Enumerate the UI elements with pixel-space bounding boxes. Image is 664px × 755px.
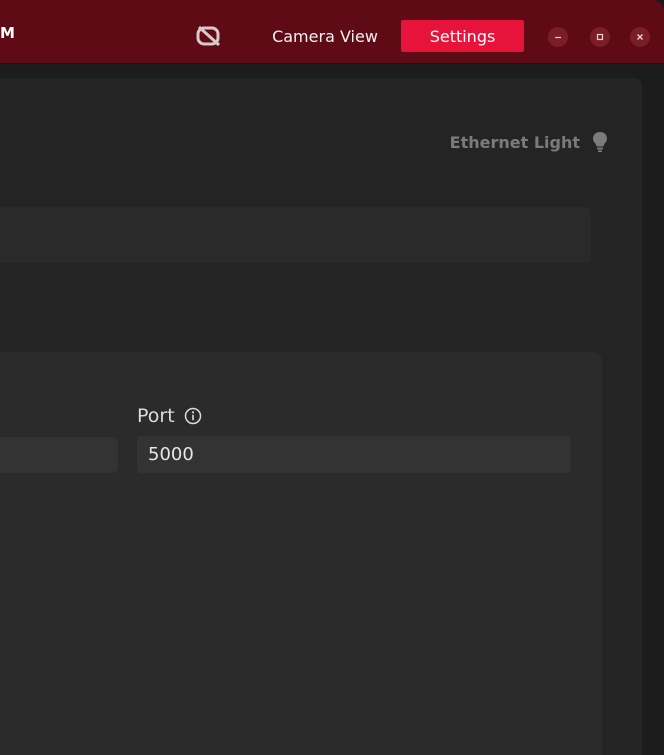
address-input[interactable] — [0, 437, 118, 473]
info-icon[interactable] — [184, 407, 202, 425]
minimize-icon[interactable] — [548, 27, 568, 47]
app-title: M — [0, 24, 15, 42]
port-input[interactable] — [137, 436, 571, 473]
port-label: Port — [137, 405, 175, 427]
ethernet-light-indicator: Ethernet Light — [450, 131, 608, 153]
app-window: M Camera View Settings Ethernet Light Po… — [0, 0, 664, 755]
camera-view-tab[interactable]: Camera View — [256, 20, 394, 52]
title-bar: M Camera View Settings — [0, 0, 664, 64]
ethernet-light-label: Ethernet Light — [449, 132, 580, 152]
network-settings-panel — [0, 352, 602, 755]
port-label-row: Port — [137, 405, 202, 427]
info-strip — [0, 207, 591, 263]
lightbulb-icon — [593, 132, 607, 153]
close-icon[interactable] — [630, 27, 650, 47]
camera-crossed-logo-icon — [196, 25, 221, 47]
maximize-icon[interactable] — [590, 27, 610, 47]
settings-tab[interactable]: Settings — [401, 20, 524, 52]
